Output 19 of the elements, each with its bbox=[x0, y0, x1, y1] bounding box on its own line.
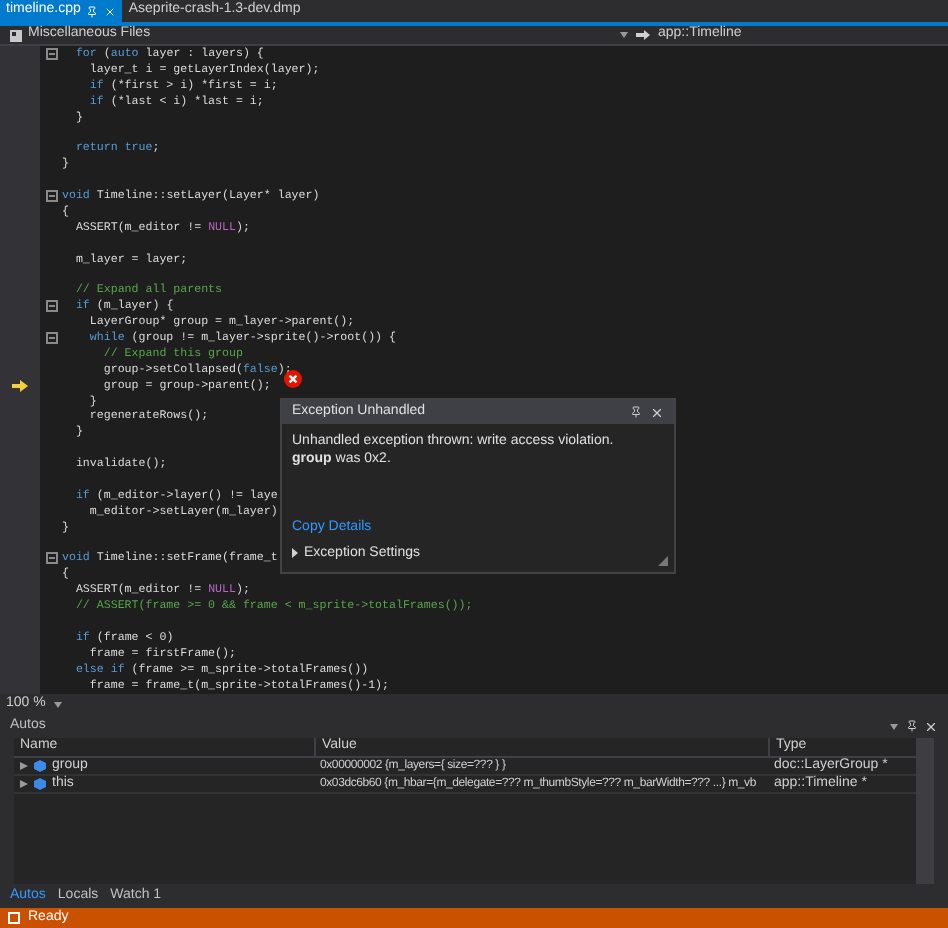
collapse-icon[interactable] bbox=[45, 552, 57, 565]
arrow-icon bbox=[636, 30, 650, 40]
collapse-icon[interactable] bbox=[45, 47, 57, 60]
collapse-icon[interactable] bbox=[45, 189, 57, 202]
expand-arrow-icon[interactable] bbox=[20, 762, 28, 770]
expand-arrow-icon[interactable] bbox=[20, 780, 28, 788]
status-icon bbox=[8, 912, 20, 924]
close-icon[interactable] bbox=[650, 405, 664, 419]
pin-icon[interactable] bbox=[630, 406, 642, 418]
scrollbar[interactable] bbox=[916, 738, 934, 884]
collapse-icon[interactable] bbox=[45, 300, 57, 313]
collapse-icon[interactable] bbox=[45, 331, 57, 344]
caret-icon[interactable] bbox=[620, 32, 628, 38]
caret-icon[interactable] bbox=[53, 701, 62, 707]
resize-grip-icon[interactable] bbox=[658, 556, 668, 566]
expand-arrow-icon[interactable] bbox=[292, 548, 298, 559]
caret-icon[interactable] bbox=[890, 723, 898, 729]
close-icon[interactable] bbox=[924, 719, 938, 733]
pin-icon[interactable] bbox=[906, 720, 918, 732]
